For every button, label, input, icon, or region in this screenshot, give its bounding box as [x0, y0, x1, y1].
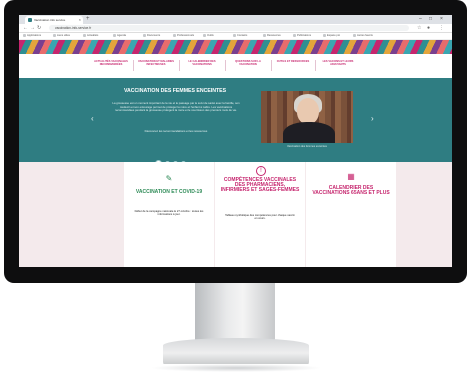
- hero-link[interactable]: Découvrez les recommandations et les res…: [111, 129, 241, 133]
- tab-title: Vaccination info service: [34, 18, 66, 22]
- star-icon[interactable]: ☆: [417, 24, 421, 32]
- maximize-icon[interactable]: □: [429, 15, 432, 24]
- bookmark-item[interactable]: Actualités: [83, 34, 98, 38]
- browser-tab[interactable]: Vaccination info service ×: [25, 16, 83, 24]
- video-player[interactable]: [261, 91, 353, 143]
- bookmark-item[interactable]: Ressources: [263, 34, 281, 38]
- nav-item-vaccins[interactable]: LES VACCINS ET LEURS ADJUVANTS: [317, 60, 359, 74]
- forward-icon[interactable]: →: [30, 24, 35, 32]
- reload-icon[interactable]: ↻: [37, 24, 41, 32]
- video-person-body: [283, 122, 335, 143]
- nav-item-maladies[interactable]: VACCINATION ET MALADIES INFECTIEUSES: [135, 60, 177, 74]
- card-competences[interactable]: ! COMPÉTENCES VACCINALES DES PHARMACIENS…: [215, 162, 305, 267]
- bookmark-item[interactable]: Outils: [203, 34, 214, 38]
- nav-item-outils[interactable]: OUTILS ET RESSOURCES: [273, 60, 313, 74]
- bookmark-item[interactable]: Publications: [293, 34, 311, 38]
- card-covid[interactable]: ✎ VACCINATION ET COVID-19 Début de la ca…: [124, 162, 214, 267]
- nav-item-questions[interactable]: QUESTIONS SUR LA VACCINATION: [227, 60, 269, 74]
- bookmark-item[interactable]: Agenda: [113, 34, 126, 38]
- address-bar: ← → ↻ vaccination-info-service.fr ☆ ● ⋮: [19, 24, 452, 33]
- bookmark-item[interactable]: Autres favoris: [353, 34, 373, 38]
- card-title: CALENDRIER DES VACCINATIONS 65ANS ET PLU…: [312, 185, 390, 197]
- nav-divider: [271, 60, 272, 71]
- menu-icon[interactable]: ⋮: [439, 24, 444, 32]
- nav-divider: [179, 60, 180, 71]
- hero-carousel: ‹ › VACCINATION DES FEMMES ENCEINTES La …: [19, 78, 452, 167]
- back-icon[interactable]: ←: [23, 24, 28, 32]
- close-icon[interactable]: ×: [79, 16, 81, 24]
- nav-item-calendrier[interactable]: LE CALENDRIER DES VACCINATIONS: [181, 60, 223, 74]
- carousel-dots: [155, 153, 189, 167]
- carousel-prev-icon[interactable]: ‹: [91, 114, 94, 123]
- nav-divider: [315, 60, 316, 71]
- nav-item-actualites[interactable]: ACTUALITÉS VACCINALES RECOMMANDÉES: [91, 60, 131, 74]
- calendar-icon: ▦: [347, 172, 355, 181]
- info-icon: !: [256, 166, 266, 176]
- nav-divider: [133, 60, 134, 71]
- hero-title: VACCINATION DES FEMMES ENCEINTES: [123, 88, 227, 94]
- video-person-face: [297, 98, 319, 124]
- main-nav: ACTUALITÉS VACCINALES RECOMMANDÉES VACCI…: [19, 54, 452, 78]
- bookmark-item[interactable]: Documents: [143, 34, 160, 38]
- stand-shadow: [150, 364, 322, 372]
- tab-bar: Vaccination info service × + – □ ×: [19, 15, 452, 24]
- monitor-bezel: Vaccination info service × + – □ × ← → ↻…: [4, 0, 467, 283]
- syringe-icon: ✎: [165, 174, 173, 183]
- card-desc: Début de la campagne nationale le 27 oct…: [134, 210, 204, 217]
- card-calendrier[interactable]: ▦ CALENDRIER DES VACCINATIONS 65ANS ET P…: [306, 162, 396, 267]
- carousel-next-icon[interactable]: ›: [371, 114, 374, 123]
- browser-screen: Vaccination info service × + – □ × ← → ↻…: [19, 15, 452, 267]
- bookmark-item[interactable]: Liens utiles: [53, 34, 70, 38]
- card-title: VACCINATION ET COVID-19: [135, 189, 203, 195]
- card-title: COMPÉTENCES VACCINALES DES PHARMACIENS, …: [220, 177, 300, 194]
- minimize-icon[interactable]: –: [419, 15, 422, 24]
- new-tab-icon[interactable]: +: [86, 15, 90, 24]
- profile-icon[interactable]: ●: [427, 24, 430, 32]
- cards-section: ✎ VACCINATION ET COVID-19 Début de la ca…: [19, 162, 452, 267]
- hero-body: La grossesse est un moment important de …: [112, 101, 240, 113]
- close-window-icon[interactable]: ×: [440, 15, 443, 24]
- bookmark-item[interactable]: Espace pro: [323, 34, 340, 38]
- video-caption: Vaccination des femmes enceintes: [287, 145, 327, 148]
- card-desc: Tableau synthétique des compétences pour…: [225, 214, 295, 221]
- favicon-icon: [28, 18, 32, 22]
- bookmark-item[interactable]: Contacts: [233, 34, 247, 38]
- nav-divider: [225, 60, 226, 71]
- site-banner: [19, 40, 452, 54]
- bookmark-item[interactable]: Professionnels: [173, 34, 194, 38]
- monitor-stand-neck: [195, 283, 275, 341]
- bookmarks-bar: Applications Liens utiles Actualités Agenda…: [19, 33, 452, 40]
- bookmark-item[interactable]: Applications: [23, 34, 41, 38]
- url-input[interactable]: vaccination-info-service.fr: [49, 25, 409, 31]
